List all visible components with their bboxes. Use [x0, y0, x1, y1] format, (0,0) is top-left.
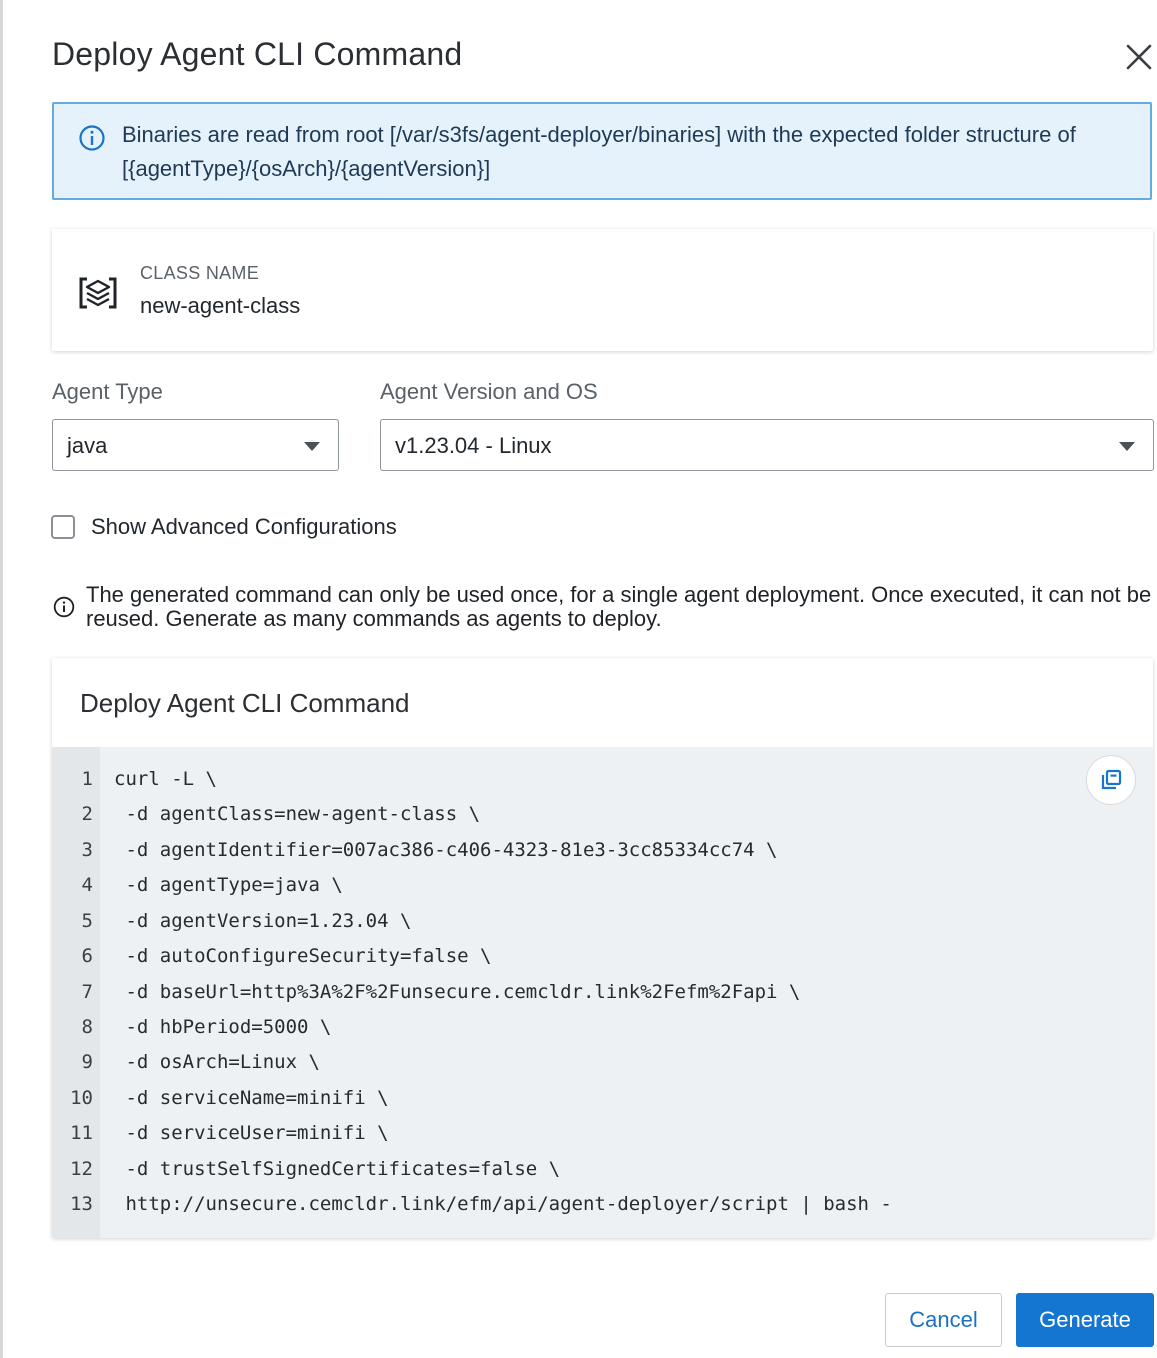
code-line: 10 -d serviceName=minifi \ — [52, 1081, 1153, 1116]
cancel-button[interactable]: Cancel — [885, 1293, 1002, 1347]
info-banner: Binaries are read from root [/var/s3fs/a… — [52, 102, 1152, 200]
line-number: 9 — [81, 1051, 93, 1073]
line-number: 6 — [81, 945, 93, 967]
code-line: 7 -d baseUrl=http%3A%2F%2Funsecure.cemcl… — [52, 975, 1153, 1010]
close-icon — [1126, 44, 1152, 70]
code-line: 1 curl -L \ — [52, 762, 1153, 797]
chevron-down-icon — [1119, 442, 1135, 451]
code-block[interactable]: 1 curl -L \ 2 -d agentClass=new-agent-cla… — [52, 747, 1153, 1238]
command-card-title: Deploy Agent CLI Command — [80, 688, 410, 718]
info-banner-text: Binaries are read from root [/var/s3fs/a… — [122, 122, 1076, 181]
code-text: -d serviceName=minifi \ — [114, 1087, 389, 1109]
code-text: -d osArch=Linux \ — [114, 1051, 320, 1073]
code-text: http://unsecure.cemcldr.link/efm/api/age… — [114, 1193, 892, 1215]
code-line: 9 -d osArch=Linux \ — [52, 1045, 1153, 1080]
advanced-config-label: Show Advanced Configurations — [91, 514, 397, 539]
line-number: 12 — [70, 1158, 93, 1180]
chevron-down-icon — [304, 442, 320, 451]
line-number: 1 — [81, 768, 93, 790]
code-line: 13 http://unsecure.cemcldr.link/efm/api/… — [52, 1187, 1153, 1222]
line-number: 2 — [81, 803, 93, 825]
code-line: 11 -d serviceUser=minifi \ — [52, 1116, 1153, 1151]
code-text: -d serviceUser=minifi \ — [114, 1122, 389, 1144]
code-line: 5 -d agentVersion=1.23.04 \ — [52, 904, 1153, 939]
info-outline-icon — [53, 596, 75, 618]
code-line: 6 -d autoConfigureSecurity=false \ — [52, 939, 1153, 974]
copy-command-button[interactable] — [1086, 755, 1136, 805]
line-number: 13 — [70, 1193, 93, 1215]
code-line: 4 -d agentType=java \ — [52, 868, 1153, 903]
class-name-label: CLASS NAME — [140, 263, 260, 283]
class-name-value: new-agent-class — [140, 293, 301, 318]
class-name-card: CLASS NAME new-agent-class — [52, 229, 1153, 351]
code-line: 3 -d agentIdentifier=007ac386-c406-4323-… — [52, 833, 1153, 868]
line-number: 11 — [70, 1122, 93, 1144]
line-number: 7 — [81, 981, 93, 1003]
code-text: -d agentVersion=1.23.04 \ — [114, 910, 412, 932]
command-card: Deploy Agent CLI Command 1 curl -L \ 2 -d… — [52, 658, 1153, 1238]
agent-type-select[interactable]: java — [52, 419, 339, 471]
agent-type-value: java — [67, 433, 108, 458]
agent-type-label: Agent Type — [52, 379, 163, 404]
agent-version-value: v1.23.04 - Linux — [395, 433, 552, 458]
generate-button[interactable]: Generate — [1016, 1293, 1154, 1347]
close-button[interactable] — [1120, 38, 1157, 76]
line-number: 3 — [81, 839, 93, 861]
advanced-config-toggle[interactable]: Show Advanced Configurations — [51, 513, 397, 541]
copy-icon — [1101, 769, 1122, 790]
code-text: -d agentClass=new-agent-class \ — [114, 803, 481, 825]
code-text: -d autoConfigureSecurity=false \ — [114, 945, 492, 967]
single-use-notice: The generated command can only be used o… — [86, 582, 1152, 631]
code-line: 12 -d trustSelfSignedCertificates=false … — [52, 1152, 1153, 1187]
advanced-config-checkbox[interactable] — [51, 515, 75, 539]
code-line: 2 -d agentClass=new-agent-class \ — [52, 797, 1153, 832]
line-number: 5 — [81, 910, 93, 932]
code-line: 8 -d hbPeriod=5000 \ — [52, 1010, 1153, 1045]
code-text: -d hbPeriod=5000 \ — [114, 1016, 332, 1038]
code-text: curl -L \ — [114, 768, 217, 790]
agent-version-select[interactable]: v1.23.04 - Linux — [380, 419, 1154, 471]
line-number: 8 — [81, 1016, 93, 1038]
deploy-agent-dialog: Deploy Agent CLI Command Binaries are re… — [0, 0, 1157, 1358]
info-circle-icon — [79, 125, 105, 151]
code-text: -d baseUrl=http%3A%2F%2Funsecure.cemcldr… — [114, 981, 801, 1003]
code-text: -d trustSelfSignedCertificates=false \ — [114, 1158, 561, 1180]
dialog-title: Deploy Agent CLI Command — [52, 36, 463, 72]
agent-class-icon — [79, 277, 117, 309]
line-number: 10 — [70, 1087, 93, 1109]
code-text: -d agentType=java \ — [114, 874, 343, 896]
line-number: 4 — [81, 874, 93, 896]
code-text: -d agentIdentifier=007ac386-c406-4323-81… — [114, 839, 778, 861]
agent-version-label: Agent Version and OS — [380, 379, 598, 404]
